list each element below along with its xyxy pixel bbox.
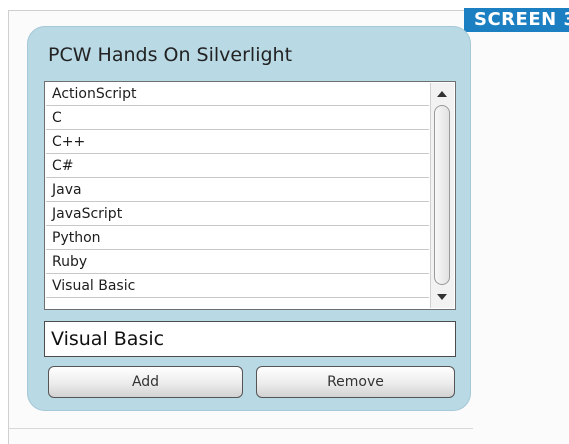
app-title: PCW Hands On Silverlight (48, 44, 293, 66)
list-item[interactable]: Ruby (46, 250, 429, 274)
screen-badge: SCREEN 3 (464, 8, 569, 32)
scrollbar-thumb[interactable] (434, 105, 450, 285)
selected-item-textbox[interactable]: Visual Basic (44, 321, 456, 357)
add-button[interactable]: Add (48, 366, 243, 398)
list-item[interactable]: Python (46, 226, 429, 250)
list-item[interactable]: C (46, 106, 429, 130)
scroll-down-arrow-icon[interactable] (437, 294, 447, 300)
list-item[interactable]: C# (46, 154, 429, 178)
list-item[interactable]: JavaScript (46, 202, 429, 226)
list-scrollbar[interactable] (430, 83, 454, 308)
language-listbox[interactable]: ActionScript C C++ C# Java JavaScript Py… (44, 81, 456, 310)
list-item[interactable]: Visual Basic (46, 274, 429, 298)
scroll-up-arrow-icon[interactable] (437, 91, 447, 97)
list-item[interactable]: Java (46, 178, 429, 202)
remove-button[interactable]: Remove (256, 366, 455, 398)
list-item[interactable]: C++ (46, 130, 429, 154)
list-item[interactable]: ActionScript (46, 82, 429, 106)
frame-bottom-edge (8, 428, 473, 429)
